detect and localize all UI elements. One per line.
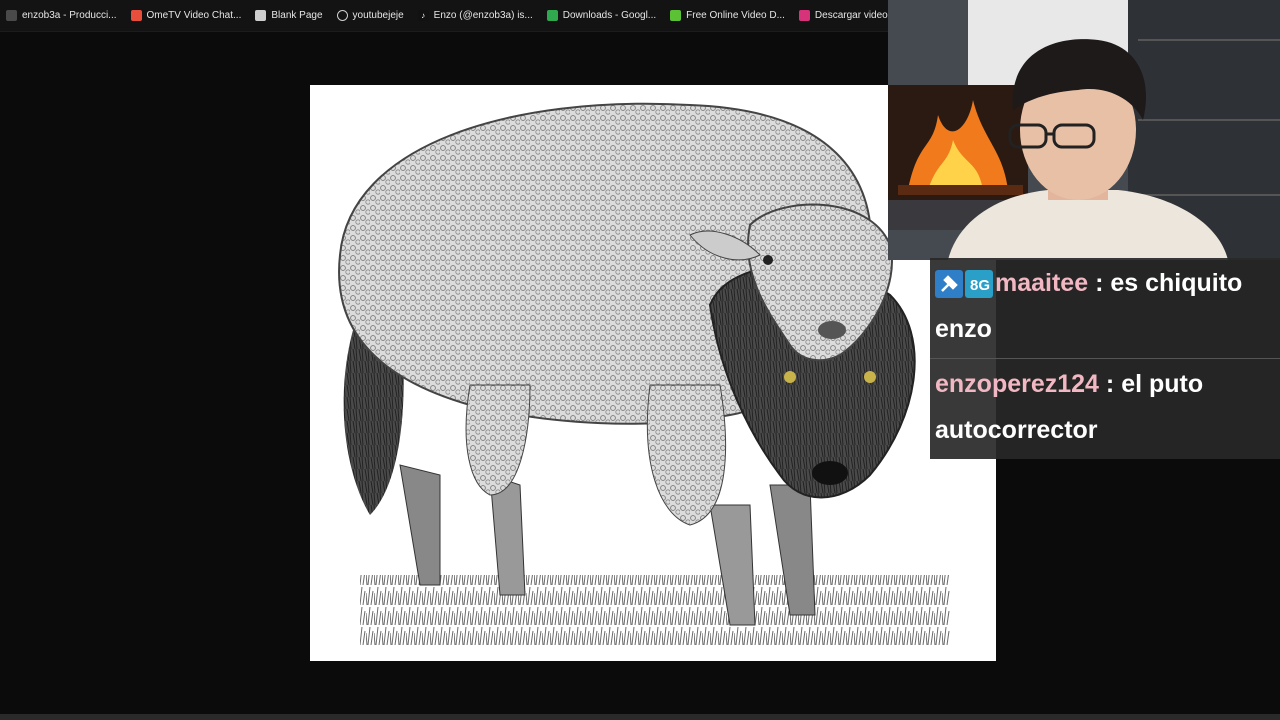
chat-username: enzoperez124 <box>935 370 1099 398</box>
bookmark-label: enzob3a - Producci... <box>22 10 117 21</box>
bookmark-label: Enzo (@enzob3a) is... <box>433 10 533 21</box>
hammer-badge-icon <box>935 270 963 299</box>
chat-overlay: 8G maaitee : es chiquito enzo enzoperez1… <box>930 258 1280 459</box>
drive-icon <box>546 10 558 21</box>
bookmark-label: Free Online Video D... <box>686 10 785 21</box>
prime-badge-icon: 8G <box>965 270 993 299</box>
bookmark-item[interactable]: ♪ Enzo (@enzob3a) is... <box>417 10 533 21</box>
chat-separator: : <box>1098 370 1122 398</box>
download-arrow-icon <box>670 10 682 21</box>
bookmark-label: youtubejeje <box>352 10 404 21</box>
chat-message: 8G maaitee : es chiquito enzo <box>930 258 1280 358</box>
page-icon <box>6 10 17 21</box>
bookmark-label: Blank Page <box>271 10 323 21</box>
ometv-icon <box>130 10 142 21</box>
bookmark-item[interactable]: enzob3a - Producci... <box>6 10 117 21</box>
blank-page-icon <box>255 10 267 21</box>
tiktok-icon: ♪ <box>417 10 429 21</box>
bookmark-item[interactable]: OmeTV Video Chat... <box>130 10 242 21</box>
bookmark-item[interactable]: Descargar videos de... <box>798 10 888 21</box>
bookmark-item[interactable]: Free Online Video D... <box>670 10 785 21</box>
chat-separator: : <box>1088 269 1111 297</box>
bookmark-item[interactable]: youtubejeje <box>336 10 404 21</box>
bottom-bar <box>0 714 1280 720</box>
globe-icon <box>336 10 348 21</box>
bookmarks-bar: enzob3a - Producci... OmeTV Video Chat...… <box>0 0 888 32</box>
chat-username: maaitee <box>995 269 1089 297</box>
bookmark-item[interactable]: Downloads - Googl... <box>546 10 657 21</box>
bookmark-label: Downloads - Googl... <box>562 10 657 21</box>
webcam-feed <box>888 0 1280 260</box>
bookmark-label: Descargar videos de... <box>814 10 888 21</box>
bookmark-label: OmeTV Video Chat... <box>146 10 242 21</box>
chat-message: enzoperez124 : el puto autocorrector <box>930 358 1280 459</box>
bookmark-item[interactable]: Blank Page <box>255 10 323 21</box>
instagram-icon <box>798 10 810 21</box>
svg-text:8G: 8G <box>970 277 990 294</box>
